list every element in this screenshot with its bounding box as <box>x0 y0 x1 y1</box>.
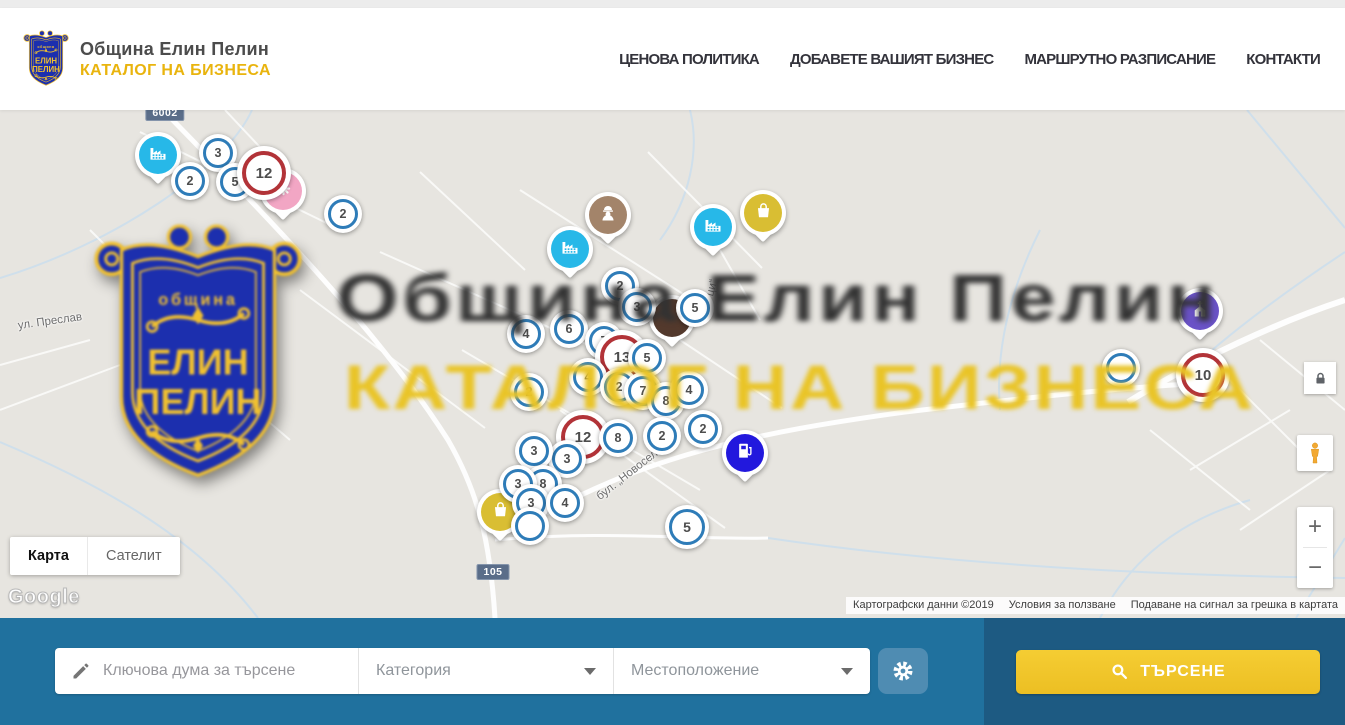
cluster-count: 3 <box>622 292 652 322</box>
lock-icon <box>1313 371 1328 386</box>
gear-icon <box>891 659 915 683</box>
map-cluster[interactable]: 5 <box>676 289 714 327</box>
cluster-count <box>1106 353 1136 383</box>
cluster-count: 4 <box>550 488 580 518</box>
search-submit-button[interactable]: ТЪРСЕНЕ <box>1016 650 1320 694</box>
cluster-count: 5 <box>669 509 705 545</box>
search-submit-label: ТЪРСЕНЕ <box>1140 663 1225 681</box>
nav-item[interactable]: ДОБАВЕТЕ ВАШИЯТ БИЗНЕС <box>790 51 993 68</box>
header: Община Елин Пелин КАТАЛОГ НА БИЗНЕСА ЦЕН… <box>0 8 1345 110</box>
satellite-view-button[interactable]: Сателит <box>87 537 180 575</box>
search-bar-left: Категория Местоположение <box>0 618 984 725</box>
map-cluster[interactable]: 4 <box>546 484 584 522</box>
search-input-group: Категория Местоположение <box>55 648 870 694</box>
zoom-control: + − <box>1297 507 1333 588</box>
zoom-in-button[interactable]: + <box>1297 507 1333 547</box>
cluster-count: 2 <box>688 414 718 444</box>
cluster-count: 4 <box>511 319 541 349</box>
cluster-count: 3 <box>519 436 549 466</box>
cluster-count: 5 <box>632 343 662 373</box>
window-edge <box>0 0 1345 8</box>
location-select-value: Местоположение <box>631 662 759 680</box>
attribution-link[interactable]: Картографски данни ©2019 <box>853 599 994 611</box>
caret-down-icon <box>841 668 853 675</box>
cluster-count: 4 <box>573 362 603 392</box>
nav-item[interactable]: МАРШРУТНО РАЗПИСАНИЕ <box>1024 51 1215 68</box>
map-cluster[interactable]: 10 <box>1176 348 1230 402</box>
cluster-count: 10 <box>1181 353 1225 397</box>
map-canvas[interactable]: 6002105ул. Преславбул. „Новоселци“ 32512… <box>0 110 1345 618</box>
category-select[interactable]: Категория <box>358 648 613 694</box>
map-cluster[interactable]: 4 <box>507 315 545 353</box>
brand-text: Община Елин Пелин КАТАЛОГ НА БИЗНЕСА <box>80 39 271 80</box>
pegman-button[interactable] <box>1297 435 1333 471</box>
cluster-count: 2 <box>514 377 544 407</box>
cluster-count: 2 <box>175 166 205 196</box>
site-title: Община Елин Пелин <box>80 39 271 60</box>
site-subtitle: КАТАЛОГ НА БИЗНЕСА <box>80 62 271 80</box>
map-cluster[interactable]: 8 <box>599 419 637 457</box>
pencil-icon <box>71 661 91 681</box>
cluster-count: 2 <box>647 421 677 451</box>
main-nav: ЦЕНОВА ПОЛИТИКА ДОБАВЕТЕ ВАШИЯТ БИЗНЕС МАР… <box>619 51 1320 68</box>
map-cluster[interactable]: 2 <box>171 162 209 200</box>
cluster-count: 2 <box>328 199 358 229</box>
map-cluster[interactable]: 6 <box>550 310 588 348</box>
nav-item[interactable]: ЦЕНОВА ПОЛИТИКА <box>619 51 759 68</box>
keyword-input[interactable] <box>103 662 333 680</box>
page: Община Елин Пелин КАТАЛОГ НА БИЗНЕСА ЦЕН… <box>0 0 1345 725</box>
map-attribution: Картографски данни ©2019 Условия за ползв… <box>846 597 1345 614</box>
google-logo[interactable]: Google <box>8 586 80 609</box>
cluster-count: 12 <box>242 151 286 195</box>
map-cluster[interactable]: 2 <box>643 417 681 455</box>
map-cluster[interactable]: 2 <box>324 195 362 233</box>
nav-item[interactable]: КОНТАКТИ <box>1246 51 1320 68</box>
lock-button[interactable] <box>1304 362 1336 394</box>
map-cluster[interactable]: 4 <box>670 371 708 409</box>
attribution-link[interactable]: Подаване на сигнал за грешка в картата <box>1131 599 1338 611</box>
cluster-count: 4 <box>674 375 704 405</box>
map-cluster[interactable]: 3 <box>618 288 656 326</box>
cluster-count: 6 <box>554 314 584 344</box>
site-logo[interactable]: Община Елин Пелин КАТАЛОГ НА БИЗНЕСА <box>22 28 271 90</box>
search-icon <box>1110 662 1129 681</box>
advanced-search-button[interactable] <box>878 648 928 694</box>
cluster-count: 8 <box>603 423 633 453</box>
map-cluster[interactable]: 5 <box>665 505 709 549</box>
map-cluster[interactable]: 12 <box>237 146 291 200</box>
municipality-crest-icon <box>22 28 70 90</box>
caret-down-icon <box>584 668 596 675</box>
cluster-count: 3 <box>552 444 582 474</box>
map-cluster[interactable]: 2 <box>684 410 722 448</box>
map-cluster[interactable]: 2 <box>510 373 548 411</box>
attribution-link[interactable]: Условия за ползване <box>1009 599 1116 611</box>
search-bar: Категория Местоположение <box>0 618 1345 725</box>
map-cluster[interactable] <box>1102 349 1140 387</box>
location-select[interactable]: Местоположение <box>613 648 870 694</box>
cluster-count: 5 <box>680 293 710 323</box>
map-type-control: Карта Сателит <box>10 537 180 575</box>
map-cluster[interactable] <box>511 507 549 545</box>
map-cluster[interactable]: 5 <box>628 339 666 377</box>
map-view-button[interactable]: Карта <box>10 537 87 575</box>
keyword-section <box>55 648 358 694</box>
zoom-out-button[interactable]: − <box>1297 548 1333 588</box>
pegman-icon <box>1303 441 1327 465</box>
cluster-count <box>515 511 545 541</box>
cluster-layer: 32512223546713542784212822338334510 <box>0 110 1345 618</box>
search-bar-right: ТЪРСЕНЕ <box>984 618 1345 725</box>
category-select-value: Категория <box>376 662 451 680</box>
